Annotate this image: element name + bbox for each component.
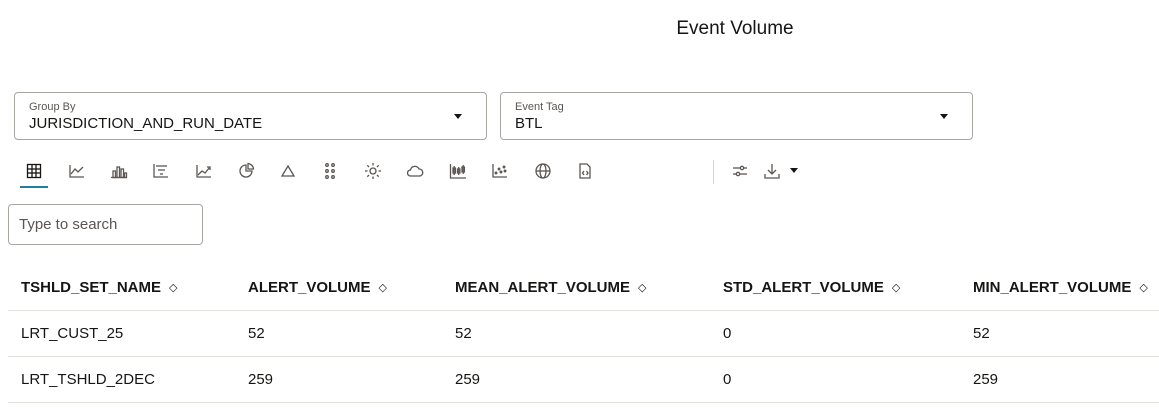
event-tag-label: Event Tag [515, 101, 564, 113]
column-header-std-alert-volume[interactable]: STD_ALERT_VOLUME ◇ [710, 264, 960, 311]
sliders-icon[interactable] [726, 156, 754, 186]
data-table: TSHLD_SET_NAME ◇ ALERT_VOLUME ◇ MEAN_ALERT… [8, 264, 1159, 403]
download-icon[interactable] [758, 156, 786, 186]
group-by-select[interactable]: Group By JURISDICTION_AND_RUN_DATE [14, 92, 487, 140]
pyramid-icon[interactable] [274, 156, 302, 186]
sort-icon[interactable]: ◇ [379, 281, 387, 294]
column-header-label: MIN_ALERT_VOLUME [973, 278, 1132, 296]
globe-icon[interactable] [529, 156, 557, 186]
table-cell: 0 [710, 310, 960, 357]
dots-grid-icon[interactable] [316, 156, 344, 186]
table-cell: LRT_CUST_25 [8, 310, 235, 357]
cloud-icon[interactable] [401, 156, 429, 186]
visualization-toolbar [10, 156, 810, 188]
scatter-chart-icon[interactable] [486, 156, 514, 186]
pie-chart-icon[interactable] [232, 156, 260, 186]
bar-chart-icon[interactable] [105, 156, 133, 186]
table-cell: 259 [235, 356, 442, 403]
table-icon[interactable] [20, 156, 48, 188]
group-by-label: Group By [29, 101, 76, 113]
sort-icon[interactable]: ◇ [892, 281, 900, 294]
line-chart-icon[interactable] [63, 156, 91, 186]
column-header-label: STD_ALERT_VOLUME [723, 278, 884, 296]
sort-icon[interactable]: ◇ [169, 281, 177, 294]
column-header-mean-alert-volume[interactable]: MEAN_ALERT_VOLUME ◇ [442, 264, 710, 311]
table-row[interactable]: LRT_TSHLD_2DEC 259 259 0 259 [8, 356, 1159, 403]
page-title: Event Volume [676, 18, 794, 39]
table-cell: 52 [442, 310, 710, 357]
table-cell: 0 [710, 356, 960, 403]
search-input[interactable] [8, 204, 203, 245]
column-header-alert-volume[interactable]: ALERT_VOLUME ◇ [235, 264, 442, 311]
toolbar-divider [713, 160, 714, 184]
table-cell: 52 [235, 310, 442, 357]
table-cell: 259 [442, 356, 710, 403]
chevron-down-icon [454, 114, 462, 119]
group-by-value: JURISDICTION_AND_RUN_DATE [29, 115, 263, 132]
chevron-down-icon [940, 114, 948, 119]
event-tag-select[interactable]: Event Tag BTL [500, 92, 973, 140]
table-cell: 52 [960, 310, 1159, 357]
box-plot-icon[interactable] [444, 156, 472, 186]
table-cell: 259 [960, 356, 1159, 403]
table-cell: LRT_TSHLD_2DEC [8, 356, 235, 403]
sort-icon[interactable]: ◇ [1139, 281, 1147, 294]
column-header-label: MEAN_ALERT_VOLUME [455, 278, 631, 296]
event-tag-value: BTL [515, 115, 543, 132]
area-chart-icon[interactable] [190, 156, 218, 186]
code-file-icon[interactable] [571, 156, 599, 186]
column-header-label: ALERT_VOLUME [248, 278, 371, 296]
table-row[interactable]: LRT_CUST_25 52 52 0 52 [8, 310, 1159, 357]
column-header-tshld-set-name[interactable]: TSHLD_SET_NAME ◇ [8, 264, 235, 311]
column-header-min-alert-volume[interactable]: MIN_ALERT_VOLUME ◇ [960, 264, 1159, 311]
table-header-row: TSHLD_SET_NAME ◇ ALERT_VOLUME ◇ MEAN_ALERT… [8, 264, 1159, 311]
funnel-chart-icon[interactable] [147, 156, 175, 186]
sort-icon[interactable]: ◇ [638, 281, 646, 294]
download-menu-chevron-icon[interactable] [790, 168, 798, 173]
column-header-label: TSHLD_SET_NAME [21, 278, 162, 296]
sunburst-icon[interactable] [359, 156, 387, 186]
